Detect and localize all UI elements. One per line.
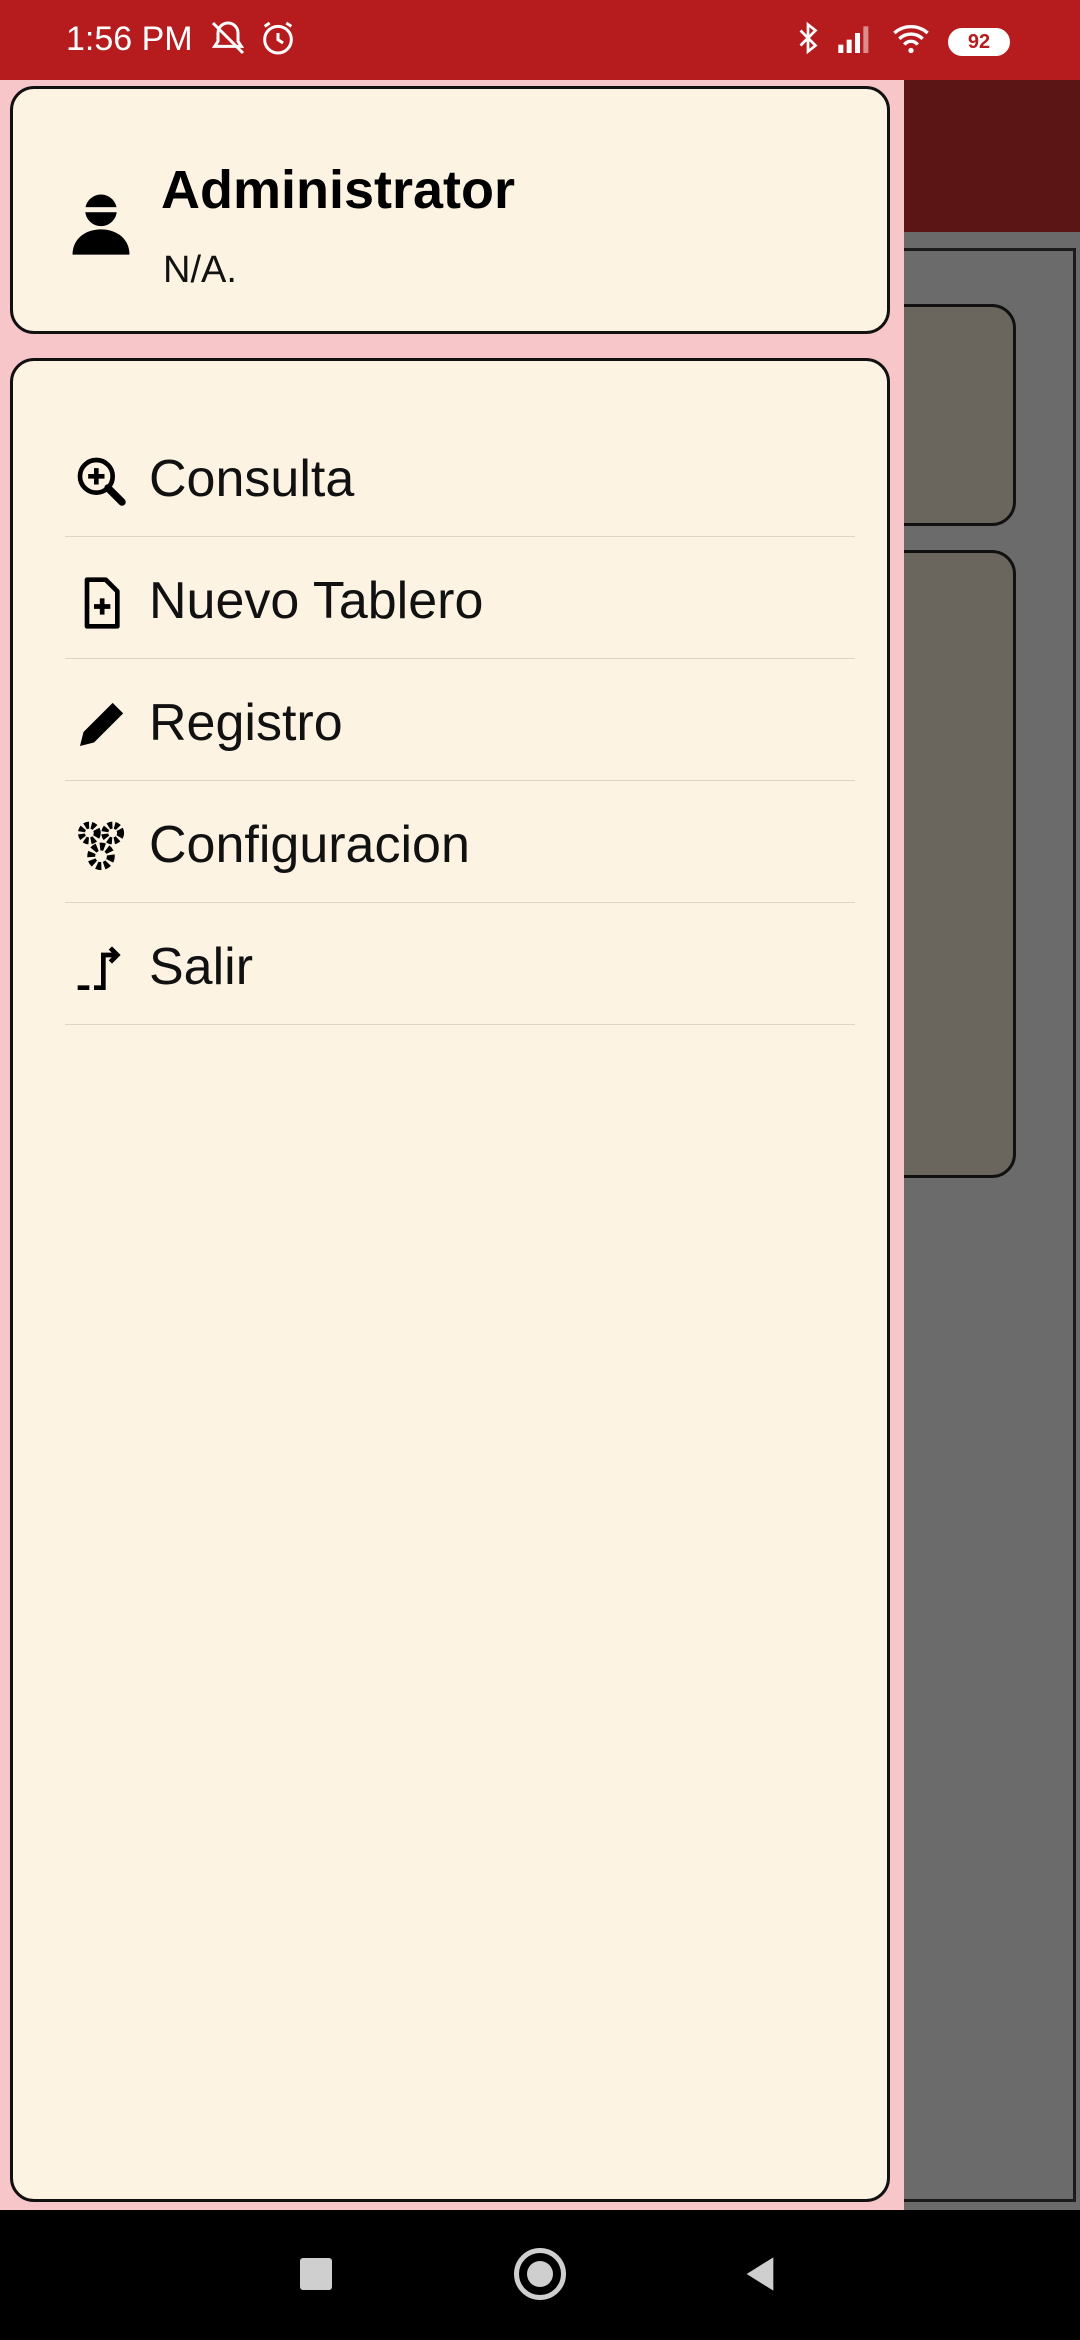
gears-icon	[77, 821, 125, 871]
navigation-drawer[interactable]: Administrator N/A. Consulta Nuevo Tabler…	[0, 80, 904, 2210]
exit-icon	[77, 946, 121, 990]
user-subtitle: N/A.	[163, 249, 237, 291]
user-name: Administrator	[161, 160, 516, 220]
home-button[interactable]	[514, 2248, 566, 2300]
file-add-icon	[84, 577, 120, 629]
menu-item-nuevo-tablero[interactable]: Nuevo Tablero	[65, 537, 855, 659]
status-time: 1:56 PM	[66, 20, 193, 58]
menu-item-label: Registro	[149, 694, 343, 752]
battery-level: 92	[967, 31, 991, 53]
menu-item-salir[interactable]: Salir	[65, 903, 855, 1025]
menu-item-configuracion[interactable]: Configuracion	[65, 781, 855, 903]
mute-bell-icon	[211, 21, 245, 55]
app-toolbar	[900, 80, 1080, 232]
recents-button[interactable]	[300, 2258, 332, 2290]
battery-icon: 92	[948, 28, 1010, 56]
menu-card: Consulta Nuevo Tablero Registro Configur…	[10, 358, 890, 2202]
menu-item-registro[interactable]: Registro	[65, 659, 855, 781]
signal-icon	[838, 26, 869, 53]
menu-item-label: Salir	[149, 938, 254, 996]
zoom-in-icon	[77, 457, 126, 506]
back-button[interactable]	[740, 2254, 780, 2294]
wifi-icon	[893, 25, 929, 54]
status-bar: 1:56 PM 92	[0, 0, 1080, 80]
bluetooth-icon	[799, 21, 818, 55]
pencil-icon	[80, 702, 124, 746]
alarm-icon	[263, 21, 293, 55]
menu-item-label: Configuracion	[149, 816, 470, 874]
menu-item-label: Nuevo Tablero	[149, 572, 484, 630]
system-nav-bar	[0, 2210, 1080, 2340]
home-dot	[527, 2261, 553, 2287]
user-icon	[72, 194, 130, 255]
user-header-card[interactable]: Administrator N/A.	[10, 86, 890, 334]
menu-item-consulta[interactable]: Consulta	[65, 415, 855, 537]
menu-item-label: Consulta	[149, 450, 355, 508]
